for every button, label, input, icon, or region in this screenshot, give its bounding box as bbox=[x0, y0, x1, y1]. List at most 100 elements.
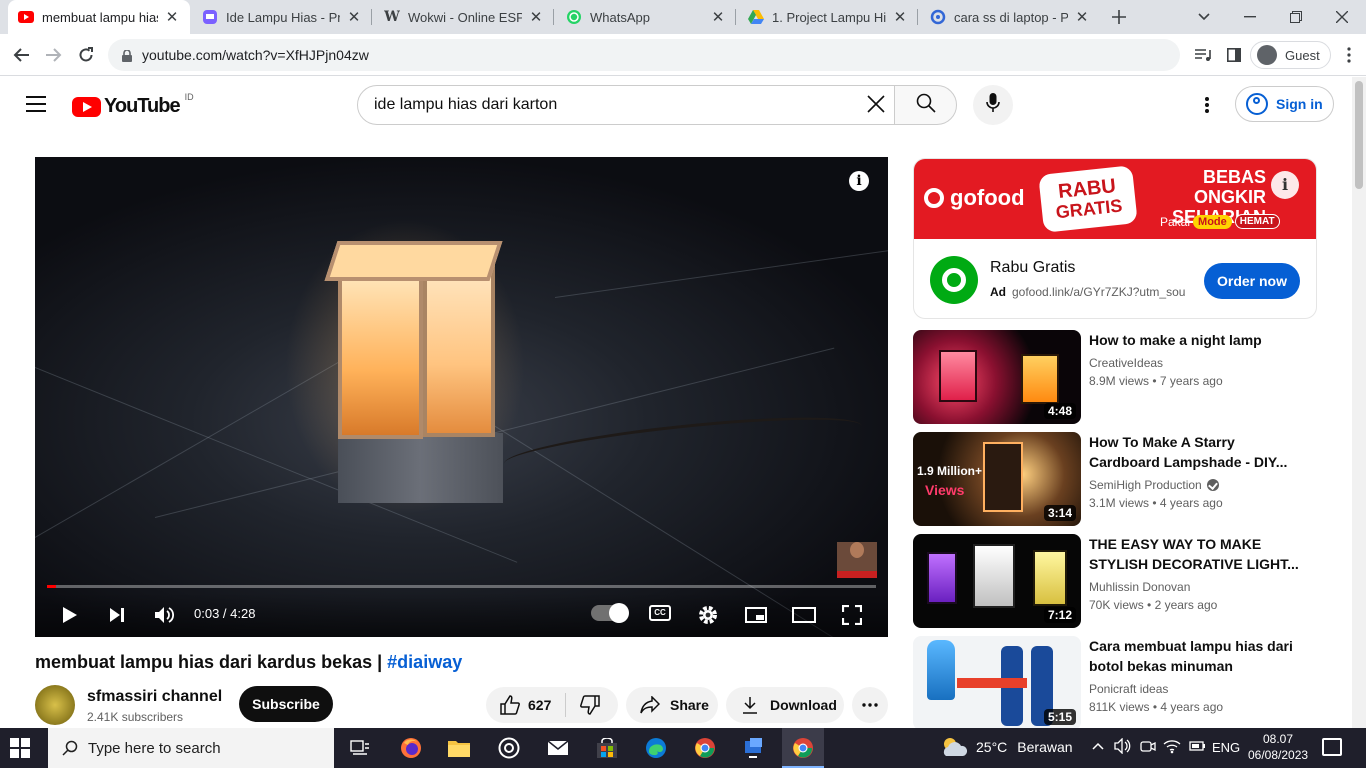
reload-icon[interactable] bbox=[71, 40, 101, 70]
new-tab-icon[interactable] bbox=[1099, 0, 1139, 34]
ad-card[interactable]: gofood RABU GRATIS BEBAS ONGKIR SEHARIAN… bbox=[913, 158, 1317, 319]
tab-youtube[interactable]: membuat lampu hias dari ✕ bbox=[8, 0, 190, 34]
related-channel[interactable]: Ponicraft ideas bbox=[1089, 682, 1168, 696]
address-bar[interactable]: youtube.com/watch?v=XfHJPjn04zw bbox=[108, 39, 1180, 71]
edge-icon[interactable] bbox=[642, 734, 670, 762]
media-player-icon[interactable] bbox=[495, 734, 523, 762]
meet-now-icon[interactable] bbox=[1140, 738, 1156, 757]
play-icon[interactable] bbox=[56, 601, 84, 629]
ad-info-icon[interactable]: i bbox=[1271, 171, 1299, 199]
close-tab-icon[interactable]: ✕ bbox=[346, 8, 362, 26]
video-thumbnail[interactable]: 5:15 bbox=[913, 636, 1081, 730]
clear-search-icon[interactable] bbox=[864, 94, 888, 118]
share-button[interactable]: Share bbox=[626, 687, 718, 723]
close-tab-icon[interactable]: ✕ bbox=[164, 8, 180, 26]
minimize-icon[interactable] bbox=[1230, 0, 1270, 34]
search-input[interactable]: ide lampu hias dari karton bbox=[357, 85, 895, 125]
close-tab-icon[interactable]: ✕ bbox=[528, 8, 544, 26]
close-tab-icon[interactable]: ✕ bbox=[1074, 8, 1090, 26]
search-button[interactable] bbox=[894, 85, 957, 125]
wifi-icon[interactable] bbox=[1163, 738, 1181, 757]
subtitles-icon[interactable]: CC bbox=[649, 605, 671, 621]
tab-search[interactable]: cara ss di laptop - Pen ✕ bbox=[920, 0, 1100, 34]
video-info-icon[interactable]: i bbox=[849, 171, 869, 191]
back-icon[interactable] bbox=[6, 40, 36, 70]
tray-overflow-icon[interactable] bbox=[1092, 738, 1104, 753]
order-now-button[interactable]: Order now bbox=[1204, 263, 1300, 299]
input-language[interactable]: ENG bbox=[1212, 740, 1240, 755]
battery-icon[interactable] bbox=[1189, 738, 1207, 757]
media-control-icon[interactable] bbox=[1188, 40, 1218, 70]
next-video-icon[interactable] bbox=[103, 601, 131, 629]
related-channel[interactable]: SemiHigh Production bbox=[1089, 478, 1219, 492]
firefox-icon[interactable] bbox=[397, 734, 425, 762]
dislike-button[interactable] bbox=[566, 693, 602, 717]
youtube-logo[interactable]: YouTube ID bbox=[72, 92, 194, 118]
taskbar-clock[interactable]: 08.07 06/08/2023 bbox=[1248, 731, 1308, 763]
tab-search-dropdown-icon[interactable] bbox=[1184, 0, 1224, 34]
scrollbar-thumb[interactable] bbox=[1355, 81, 1363, 189]
tab-drive[interactable]: 1. Project Lampu Hias ✕ bbox=[738, 0, 918, 34]
more-actions-icon[interactable] bbox=[852, 687, 888, 723]
autoplay-toggle[interactable] bbox=[591, 603, 629, 623]
miniplayer-icon[interactable] bbox=[742, 601, 770, 629]
tab-wokwi[interactable]: W Wokwi - Online ESP32 ✕ bbox=[374, 0, 554, 34]
microsoft-store-icon[interactable] bbox=[593, 734, 621, 762]
like-button[interactable]: 627 bbox=[486, 693, 565, 717]
close-tab-icon[interactable]: ✕ bbox=[892, 8, 908, 26]
chrome-active-icon[interactable] bbox=[789, 734, 817, 762]
video-thumbnail[interactable]: 4:48 bbox=[913, 330, 1081, 424]
video-thumbnail[interactable]: 1.9 Million+ Views 3:14 bbox=[913, 432, 1081, 526]
tab-slides[interactable]: Ide Lampu Hias - Prese ✕ bbox=[192, 0, 372, 34]
volume-icon[interactable] bbox=[150, 601, 178, 629]
ad-title[interactable]: Rabu Gratis bbox=[990, 259, 1075, 277]
close-tab-icon[interactable]: ✕ bbox=[710, 8, 726, 26]
video-player[interactable]: i 0:03 / 4:28 CC bbox=[35, 157, 888, 637]
windows-start-icon[interactable] bbox=[10, 738, 30, 758]
voice-search-button[interactable] bbox=[973, 85, 1013, 125]
video-hashtag[interactable]: #diaiway bbox=[387, 652, 462, 672]
weather-widget[interactable]: 25°C Berawan bbox=[940, 736, 1073, 758]
video-thumbnail[interactable]: 7:12 bbox=[913, 534, 1081, 628]
subscribe-button[interactable]: Subscribe bbox=[239, 686, 333, 722]
taskbar-search-box[interactable]: Type here to search bbox=[48, 728, 334, 768]
verified-badge-icon bbox=[1206, 479, 1219, 491]
task-view-icon[interactable] bbox=[346, 734, 374, 762]
settings-gear-icon[interactable] bbox=[694, 601, 722, 629]
profile-button[interactable]: Guest bbox=[1250, 41, 1331, 69]
progress-bar[interactable] bbox=[47, 585, 876, 588]
download-button[interactable]: Download bbox=[726, 687, 844, 723]
chrome-icon[interactable] bbox=[691, 734, 719, 762]
restore-icon[interactable] bbox=[1276, 0, 1316, 34]
ad-banner[interactable]: gofood RABU GRATIS BEBAS ONGKIR SEHARIAN… bbox=[914, 159, 1316, 239]
remote-desktop-icon[interactable] bbox=[740, 734, 768, 762]
related-channel[interactable]: CreativeIdeas bbox=[1089, 356, 1163, 370]
related-title[interactable]: How to make a night lamp bbox=[1089, 330, 1309, 350]
sign-in-button[interactable]: Sign in bbox=[1235, 86, 1334, 122]
gojek-logo-icon[interactable] bbox=[930, 256, 978, 304]
related-title[interactable]: How To Make A Starry Cardboard Lampshade… bbox=[1089, 432, 1309, 472]
channel-avatar[interactable] bbox=[35, 685, 75, 725]
mail-icon[interactable] bbox=[544, 734, 572, 762]
fullscreen-icon[interactable] bbox=[838, 601, 866, 629]
related-title[interactable]: Cara membuat lampu hias dari botol bekas… bbox=[1089, 636, 1309, 676]
related-video[interactable]: 4:48 How to make a night lamp CreativeId… bbox=[913, 330, 1317, 424]
channel-name[interactable]: sfmassiri channel bbox=[87, 688, 222, 706]
hamburger-menu-icon[interactable] bbox=[26, 96, 46, 112]
notifications-icon[interactable] bbox=[1322, 738, 1342, 756]
theater-mode-icon[interactable] bbox=[790, 601, 818, 629]
page-scrollbar[interactable] bbox=[1352, 77, 1366, 728]
related-title[interactable]: THE EASY WAY TO MAKE STYLISH DECORATIVE … bbox=[1089, 534, 1309, 574]
side-panel-icon[interactable] bbox=[1219, 40, 1249, 70]
related-channel[interactable]: Muhlissin Donovan bbox=[1089, 580, 1190, 594]
related-video[interactable]: 5:15 Cara membuat lampu hias dari botol … bbox=[913, 636, 1317, 730]
tab-whatsapp[interactable]: WhatsApp ✕ bbox=[556, 0, 736, 34]
related-video[interactable]: 7:12 THE EASY WAY TO MAKE STYLISH DECORA… bbox=[913, 534, 1317, 628]
file-explorer-icon[interactable] bbox=[445, 734, 473, 762]
settings-menu-icon[interactable] bbox=[1197, 95, 1217, 115]
browser-menu-icon[interactable] bbox=[1334, 40, 1364, 70]
close-window-icon[interactable] bbox=[1322, 0, 1362, 34]
speaker-icon[interactable] bbox=[1114, 737, 1132, 757]
forward-icon[interactable] bbox=[39, 40, 69, 70]
related-video[interactable]: 1.9 Million+ Views 3:14 How To Make A St… bbox=[913, 432, 1317, 526]
